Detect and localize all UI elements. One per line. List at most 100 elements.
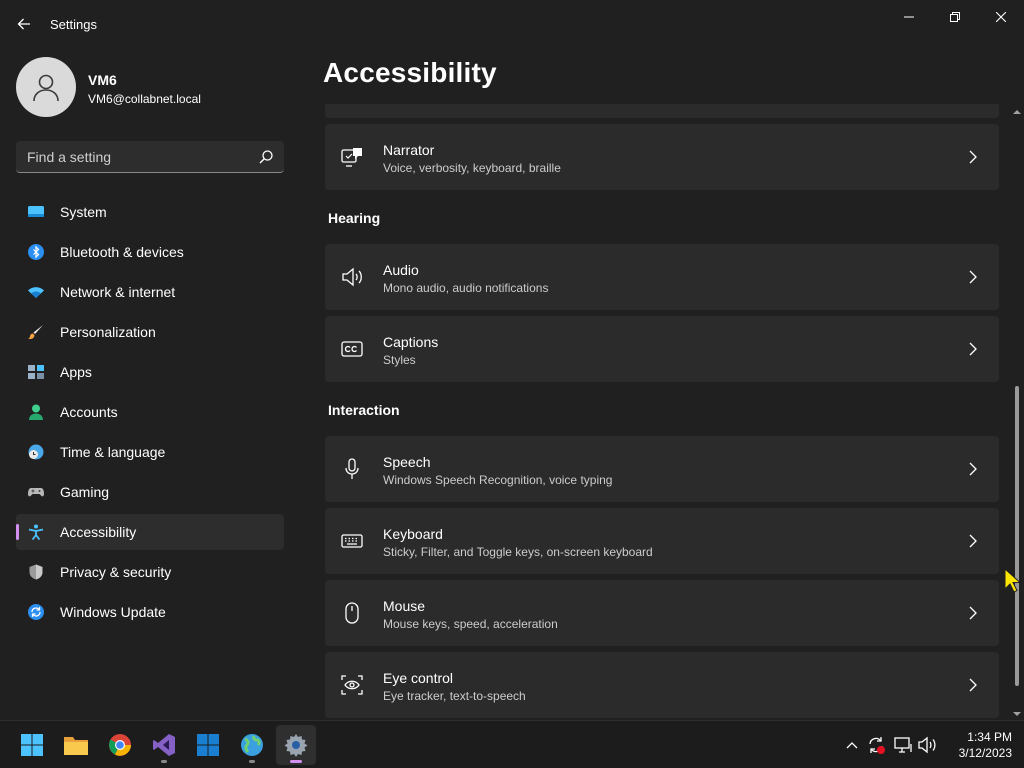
sidebar-item-label: Bluetooth & devices: [60, 244, 184, 260]
file-explorer-icon: [64, 737, 88, 755]
chevron-up-icon: [846, 742, 858, 749]
sidebar-item-apps[interactable]: Apps: [16, 354, 284, 390]
card-title: Audio: [383, 262, 419, 278]
taskbar-store[interactable]: [188, 725, 228, 765]
sidebar-item-accounts[interactable]: Accounts: [16, 394, 284, 430]
globe-clock-icon: [28, 444, 44, 460]
audio-card[interactable]: Audio Mono audio, audio notifications: [325, 244, 999, 310]
globe-icon: [241, 734, 263, 756]
scroll-up-arrow-icon[interactable]: [1013, 108, 1021, 116]
update-icon: [28, 604, 44, 620]
section-heading-hearing: Hearing: [328, 210, 381, 226]
chevron-right-icon: [969, 462, 977, 476]
minimize-button[interactable]: [886, 0, 932, 34]
sidebar-item-label: Network & internet: [60, 284, 176, 300]
tray-volume[interactable]: [918, 735, 938, 755]
scrollbar[interactable]: [1012, 108, 1022, 718]
avatar[interactable]: [16, 57, 76, 117]
taskbar-globe-app[interactable]: [232, 725, 272, 765]
mouse-card[interactable]: Mouse Mouse keys, speed, acceleration: [325, 580, 999, 646]
close-button[interactable]: [978, 0, 1024, 34]
taskbar-clock[interactable]: 1:34 PM 3/12/2023: [940, 729, 1012, 761]
gamepad-icon: [28, 488, 44, 497]
sidebar-item-label: Gaming: [60, 484, 110, 500]
clock-date: 3/12/2023: [958, 746, 1012, 760]
microphone-icon: [345, 458, 359, 479]
bluetooth-icon: [28, 244, 44, 260]
speech-card[interactable]: Speech Windows Speech Recognition, voice…: [325, 436, 999, 502]
restore-button[interactable]: [932, 0, 978, 34]
person-icon: [33, 74, 59, 102]
app-title: Settings: [50, 17, 97, 32]
back-button[interactable]: [10, 10, 38, 38]
sidebar-item-label: Personalization: [60, 324, 156, 340]
taskbar-chrome[interactable]: [100, 725, 140, 765]
card-subtitle: Windows Speech Recognition, voice typing: [383, 473, 613, 487]
chevron-right-icon: [969, 150, 977, 164]
sidebar-item-system[interactable]: System: [16, 194, 284, 230]
visual-studio-icon: [153, 734, 175, 756]
settings-window: Settings VM6 VM6@collabnet.local Find a …: [0, 0, 1024, 720]
cc-icon: [341, 341, 363, 357]
running-indicator: [161, 760, 167, 763]
settings-content: Narrator Voice, verbosity, keyboard, bra…: [325, 104, 999, 720]
card-subtitle: Styles: [383, 353, 416, 367]
taskbar: 1:34 PM 3/12/2023: [0, 720, 1024, 768]
card-subtitle: Mouse keys, speed, acceleration: [383, 617, 558, 631]
chevron-right-icon: [969, 342, 977, 356]
page-title: Accessibility: [323, 57, 497, 88]
sidebar-item-label: System: [60, 204, 107, 220]
card-title: Speech: [383, 454, 431, 470]
show-hidden-icons-button[interactable]: [842, 735, 862, 755]
chrome-icon: [109, 734, 131, 756]
card-subtitle: Sticky, Filter, and Toggle keys, on-scre…: [383, 545, 653, 559]
volume-icon: [918, 736, 936, 754]
tray-sync-status[interactable]: [866, 735, 886, 755]
mouse-cursor-icon: [1004, 568, 1020, 593]
chevron-right-icon: [969, 678, 977, 692]
narrator-card[interactable]: Narrator Voice, verbosity, keyboard, bra…: [325, 124, 999, 190]
taskbar-visual-studio[interactable]: [144, 725, 184, 765]
start-button[interactable]: [12, 725, 52, 765]
user-name: VM6: [88, 72, 117, 88]
sidebar-nav: System Bluetooth & devices Network & int…: [16, 194, 284, 634]
sidebar-item-windows-update[interactable]: Windows Update: [16, 594, 284, 630]
card-title: Narrator: [383, 142, 435, 158]
card-title: Mouse: [383, 598, 426, 614]
sidebar-item-time-language[interactable]: Time & language: [16, 434, 284, 470]
sidebar-item-personalization[interactable]: Personalization: [16, 314, 284, 350]
sidebar-item-label: Apps: [60, 364, 92, 380]
search-input[interactable]: Find a setting: [16, 141, 284, 173]
card-subtitle: Voice, verbosity, keyboard, braille: [383, 161, 561, 175]
brush-icon: [28, 325, 43, 339]
sidebar-item-label: Windows Update: [60, 604, 166, 620]
sync-error-icon: [869, 737, 885, 754]
sidebar-item-bluetooth[interactable]: Bluetooth & devices: [16, 234, 284, 270]
tray-network[interactable]: [894, 735, 914, 755]
sidebar-item-privacy-security[interactable]: Privacy & security: [16, 554, 284, 590]
scrollbar-thumb[interactable]: [1015, 386, 1019, 686]
keyboard-card[interactable]: Keyboard Sticky, Filter, and Toggle keys…: [325, 508, 999, 574]
scroll-down-arrow-icon[interactable]: [1013, 710, 1021, 718]
speaker-icon: [342, 267, 362, 287]
running-indicator: [249, 760, 255, 763]
captions-card[interactable]: Captions Styles: [325, 316, 999, 382]
close-icon: [996, 12, 1006, 22]
windows-store-icon: [197, 734, 219, 756]
network-monitor-icon: [894, 737, 912, 753]
person-icon: [29, 404, 43, 420]
partial-card[interactable]: [325, 104, 999, 118]
sidebar-item-network[interactable]: Network & internet: [16, 274, 284, 310]
settings-gear-icon: [284, 734, 308, 757]
taskbar-settings[interactable]: [276, 725, 316, 765]
sidebar-item-label: Time & language: [60, 444, 166, 460]
taskbar-file-explorer[interactable]: [56, 725, 96, 765]
eye-control-card[interactable]: Eye control Eye tracker, text-to-speech: [325, 652, 999, 718]
card-title: Eye control: [383, 670, 454, 686]
minimize-icon: [904, 16, 914, 18]
search-icon[interactable]: [258, 149, 274, 165]
section-heading-interaction: Interaction: [328, 402, 400, 418]
sidebar-item-gaming[interactable]: Gaming: [16, 474, 284, 510]
restore-icon: [950, 12, 960, 22]
sidebar-item-accessibility[interactable]: Accessibility: [16, 514, 284, 550]
